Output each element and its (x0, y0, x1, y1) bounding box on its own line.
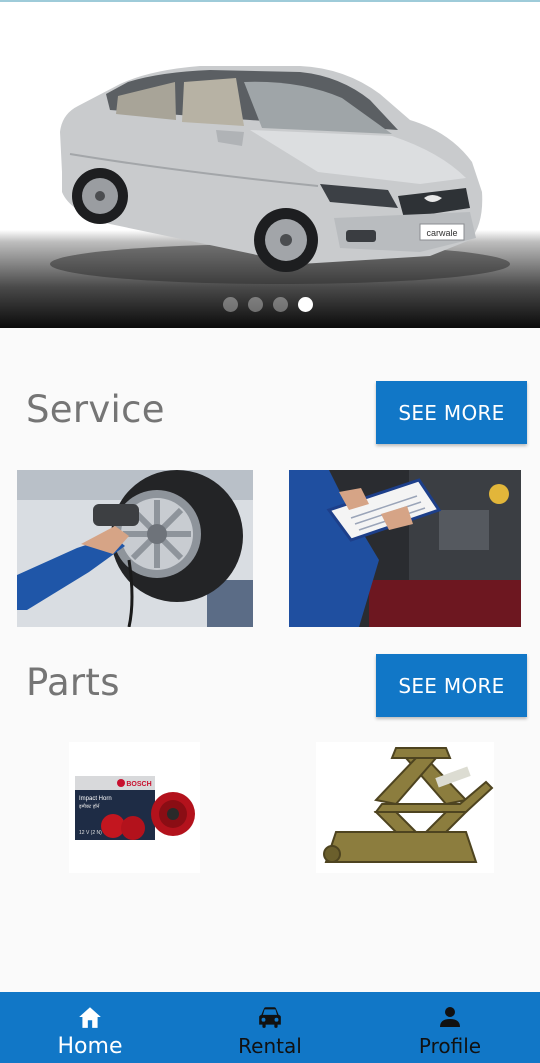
person-icon (438, 1004, 462, 1030)
bosch-horn-image: BOSCH Impact Horn इम्पैक्ट हॉर्न 12 V (2… (69, 742, 200, 873)
mechanic-inspection-image (289, 470, 521, 627)
service-title: Service (26, 388, 165, 431)
car-image: carwale (50, 66, 510, 284)
carwale-watermark: carwale (426, 228, 457, 238)
parts-card-jack[interactable] (316, 742, 494, 873)
carousel-indicator[interactable] (223, 297, 313, 312)
carousel-dot-active[interactable] (298, 297, 313, 312)
hero-carousel[interactable]: carwale (0, 2, 540, 328)
horn-spec-text: 12 V (2 N) (79, 830, 102, 836)
service-card-tire[interactable] (17, 470, 253, 627)
service-see-more-button[interactable]: SEE MORE (376, 381, 527, 444)
carousel-dot[interactable] (248, 297, 263, 312)
impact-horn-hindi-text: इम्पैक्ट हॉर्न (79, 803, 100, 810)
nav-home-label: Home (57, 1034, 123, 1059)
nav-profile-label: Profile (418, 1034, 482, 1058)
home-icon (77, 1004, 103, 1030)
nav-rental[interactable]: Rental (180, 992, 360, 1063)
scissor-jack-image (316, 742, 494, 873)
bottom-navigation: Home Rental Profile (0, 992, 540, 1063)
car-icon (257, 1004, 283, 1030)
service-card-inspection[interactable] (289, 470, 521, 627)
nav-rental-label: Rental (238, 1034, 302, 1058)
carousel-dot[interactable] (273, 297, 288, 312)
mechanic-tire-image (17, 470, 253, 627)
parts-card-horn[interactable]: BOSCH Impact Horn इम्पैक्ट हॉर्न 12 V (2… (69, 742, 200, 873)
nav-home[interactable]: Home (0, 992, 180, 1063)
parts-title: Parts (26, 661, 120, 704)
nav-profile[interactable]: Profile (360, 992, 540, 1063)
bosch-brand-text: BOSCH (126, 781, 151, 788)
carousel-dot[interactable] (223, 297, 238, 312)
parts-see-more-button[interactable]: SEE MORE (376, 654, 527, 717)
impact-horn-text: Impact Horn (79, 796, 112, 802)
